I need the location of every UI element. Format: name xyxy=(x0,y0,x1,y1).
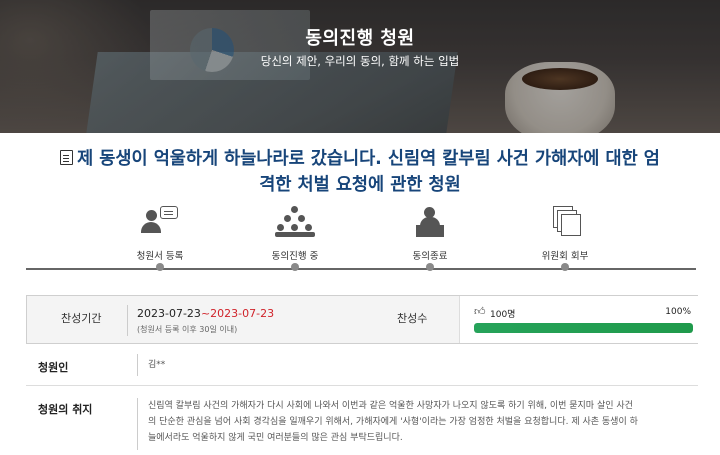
purpose-line: 늘에서라도 억울하지 않게 국민 여러분들의 많은 관심 부탁드립니다. xyxy=(148,433,403,443)
period-start: 2023-07-23 xyxy=(137,307,201,320)
purpose-line: 신림역 칼부림 사건의 가해자가 다시 사회에 나와서 이번과 같은 억울한 사… xyxy=(148,401,633,411)
step-label: 청원서 등록 xyxy=(136,251,184,262)
group-agree-icon xyxy=(275,206,315,238)
step-label: 위원회 회부 xyxy=(541,251,589,262)
step-register: 청원서 등록 xyxy=(110,206,210,271)
step-label: 동의진행 중 xyxy=(271,251,319,262)
purpose-text: 신림역 칼부림 사건의 가해자가 다시 사회에 나와서 이번과 같은 억울한 사… xyxy=(148,398,693,446)
period-note: (청원서 등록 이후 30일 이내) xyxy=(137,325,238,334)
hero-title: 동의진행 청원 xyxy=(305,28,415,49)
period-separator: ~ xyxy=(200,307,211,320)
agree-count: 100명 xyxy=(490,310,516,320)
petition-register-icon xyxy=(140,206,180,238)
purpose-label: 청원의 취지 xyxy=(38,403,93,416)
step-label: 동의종료 xyxy=(412,251,448,262)
agree-percent: 100% xyxy=(665,307,691,317)
purpose-line: 의 단순한 관심을 넘어 사회 경각심을 일깨우기 위해서, 가해자에게 '사형… xyxy=(148,417,638,427)
presenter-desk-icon xyxy=(410,206,450,238)
step-committee: 위원회 회부 xyxy=(515,206,615,271)
petitioner-row: 청원인 김** xyxy=(26,350,698,386)
step-in-progress: 동의진행 중 xyxy=(245,206,345,271)
petitioner-label: 청원인 xyxy=(38,361,69,374)
agree-progress-fill xyxy=(474,323,693,333)
agree-progress-bar xyxy=(474,323,693,333)
thumbs-up-icon: 👍︎ xyxy=(474,305,486,318)
step-dot xyxy=(156,263,164,271)
petition-title-text: 제 동생이 억울하게 하늘나라로 갔습니다. 신림역 칼부림 사건 가해자에 대… xyxy=(77,149,660,195)
petition-title: 제 동생이 억울하게 하늘나라로 갔습니다. 신림역 칼부림 사건 가해자에 대… xyxy=(60,146,660,198)
period-value: 2023-07-23~2023-07-23 xyxy=(137,307,274,320)
hero-subtitle: 당신의 제안, 우리의 동의, 함께 하는 입법 xyxy=(260,54,460,68)
step-dot xyxy=(426,263,434,271)
purpose-row: 청원의 취지 신림역 칼부림 사건의 가해자가 다시 사회에 나와서 이번과 같… xyxy=(26,392,698,452)
document-icon xyxy=(60,150,74,165)
agree-panel: 👍︎ 100명 100% xyxy=(459,296,699,343)
agree-label: 찬성수 xyxy=(397,312,428,325)
document-stack-icon xyxy=(545,206,585,238)
divider xyxy=(127,305,128,336)
period-end: 2023-07-23 xyxy=(210,307,275,320)
petitioner-value: 김** xyxy=(148,360,166,370)
step-dot xyxy=(291,263,299,271)
divider xyxy=(137,398,138,450)
progress-steps: 청원서 등록 동의진행 중 동의종료 위원회 회부 xyxy=(26,206,696,271)
steps-line xyxy=(26,268,696,270)
divider xyxy=(137,354,138,376)
step-dot xyxy=(561,263,569,271)
step-closed: 동의종료 xyxy=(380,206,480,271)
petition-stats-box: 찬성기간 2023-07-23~2023-07-23 (청원서 등록 이후 30… xyxy=(26,295,699,344)
hero-banner: 동의진행 청원 당신의 제안, 우리의 동의, 함께 하는 입법 xyxy=(0,0,720,133)
period-label: 찬성기간 xyxy=(61,312,102,325)
